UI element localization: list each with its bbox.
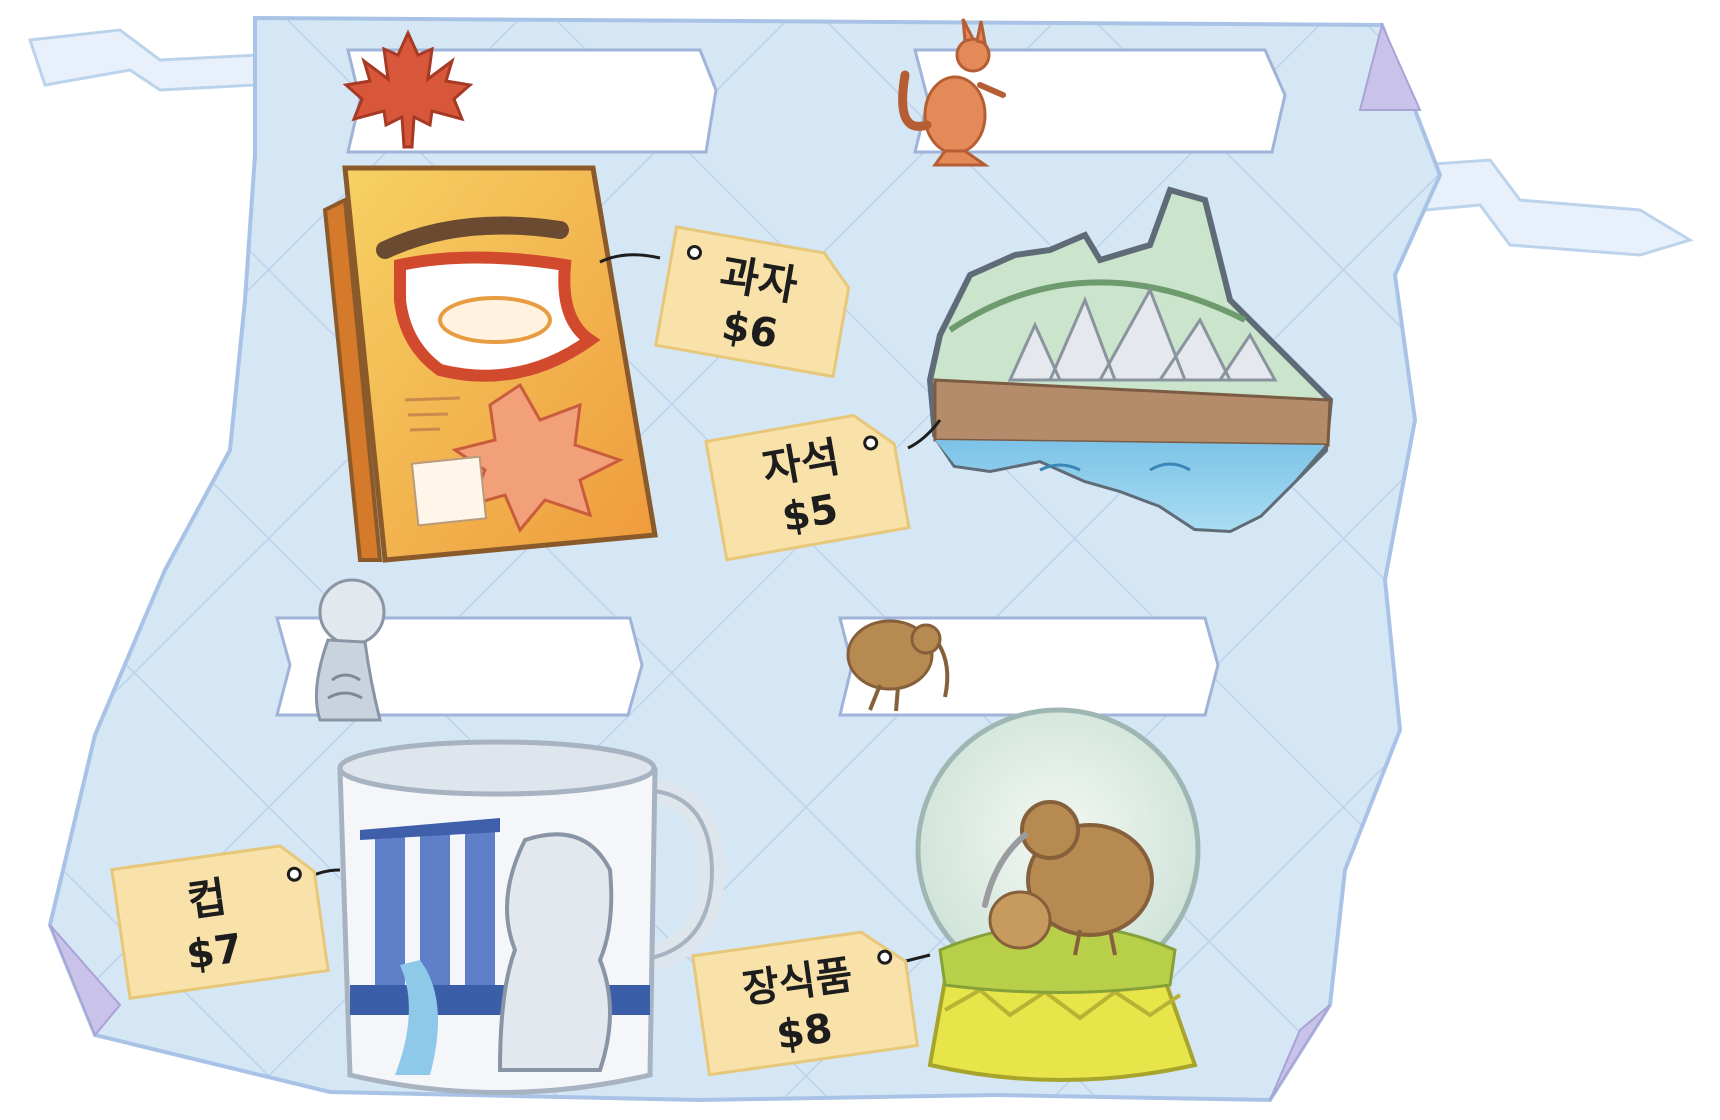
tag-cookie-price: $6: [718, 303, 781, 358]
tag-magnet-price: $5: [779, 486, 842, 541]
kiwi-snow-globe: [915, 707, 1201, 1082]
tag-ornament-price: $8: [774, 1005, 836, 1058]
souvenir-cloth-scene: 과자 $6 자석 $5 컵 $7 장식품 $8: [27, 15, 1694, 1103]
tag-cup-name: 컵: [184, 872, 229, 926]
tag-cup-price: $7: [184, 925, 246, 978]
price-tag-cup: 컵 $7: [110, 844, 330, 1000]
ribbon-right: [1418, 158, 1694, 257]
ribbon-left: [27, 28, 262, 92]
